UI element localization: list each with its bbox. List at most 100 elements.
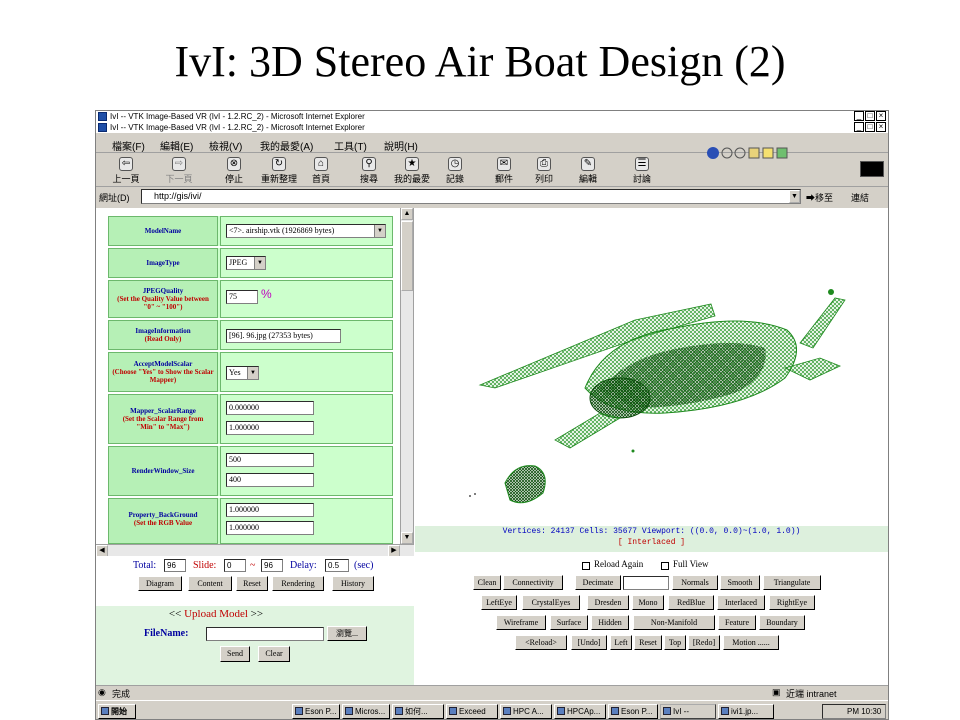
search-button[interactable]: ⚲ 搜尋 [349,157,389,185]
address-dropdown-icon[interactable]: ▼ [789,190,800,203]
diagram-button[interactable]: Diagram [138,576,182,591]
menu-help[interactable]: 說明(H) [384,138,418,153]
dresden-button[interactable]: Dresden [587,595,629,610]
scroll-thumb[interactable] [401,221,413,291]
taskbar-item-active[interactable]: IvI -- [660,704,716,719]
close-button-2[interactable]: × [876,122,886,132]
render-viewport[interactable] [415,208,888,526]
app-icon [395,707,403,715]
rendering-button[interactable]: Rendering [272,576,324,591]
view-top-button[interactable]: Top [664,635,686,650]
hidden-button[interactable]: Hidden [591,615,629,630]
scalar-min-input[interactable]: 0.000000 [226,401,314,415]
accept-scalar-select[interactable]: Yes ▼ [226,366,259,380]
minimize-button-1[interactable]: _ [854,111,864,121]
mono-button[interactable]: Mono [632,595,664,610]
address-input[interactable]: http://gis/ivi/ [141,189,801,204]
right-eye-button[interactable]: RightEye [769,595,815,610]
menu-edit[interactable]: 編輯(E) [160,138,193,153]
reload-button[interactable]: <Reload> [515,635,567,650]
maximize-button-2[interactable]: □ [865,122,875,132]
edit-button[interactable]: ✎ 編輯 [568,157,608,185]
non-manifold-button[interactable]: Non-Manifold [633,615,715,630]
image-information-input[interactable]: [96]. 96.jpg (27353 bytes) [226,329,341,343]
maximize-button-1[interactable]: □ [865,111,875,121]
smooth-button[interactable]: Smooth [720,575,760,590]
crystal-eyes-button[interactable]: CrystalEyes [522,595,580,610]
scroll-up-icon[interactable]: ▲ [401,208,413,220]
taskbar-item[interactable]: ivi1.jp... [718,704,774,719]
wireframe-button[interactable]: Wireframe [496,615,546,630]
view-left-button[interactable]: Left [610,635,632,650]
background-g-input[interactable]: 1.000000 [226,521,314,535]
back-button[interactable]: ⇦ 上一頁 [106,157,146,185]
interlaced-button[interactable]: Interlaced [717,595,765,610]
taskbar-item[interactable]: HPC A... [500,704,552,719]
left-eye-button[interactable]: LeftEye [481,595,517,610]
history-button[interactable]: History [332,576,374,591]
refresh-button[interactable]: ↻ 重新整理 [259,157,299,185]
clean-button[interactable]: Clean [473,575,501,590]
close-button-1[interactable]: × [876,111,886,121]
clear-button[interactable]: Clear [258,646,290,662]
normals-button[interactable]: Normals [672,575,718,590]
view-reset-button[interactable]: Reset [634,635,662,650]
boundary-button[interactable]: Boundary [759,615,805,630]
favorites-button[interactable]: ★ 我的最愛 [392,157,432,185]
decimate-button[interactable]: Decimate [575,575,621,590]
slide-to-input[interactable]: 96 [261,559,283,572]
menu-view[interactable]: 檢視(V) [209,138,242,153]
discuss-button[interactable]: ☰ 討論 [622,157,662,185]
window-width-input[interactable]: 500 [226,453,314,467]
window-height-input[interactable]: 400 [226,473,314,487]
slide-from-input[interactable]: 0 [224,559,246,572]
redo-button[interactable]: [Redo] [688,635,720,650]
delay-input[interactable]: 0.5 [325,559,349,572]
jpeg-quality-input[interactable]: 75 [226,290,258,304]
taskbar-item[interactable]: 如何... [392,704,444,719]
horizontal-scrollbar[interactable]: ◀ ▶ [96,544,414,557]
triangulate-button[interactable]: Triangulate [763,575,821,590]
send-button[interactable]: Send [220,646,250,662]
reset-button[interactable]: Reset [236,576,268,591]
model-name-select[interactable]: <7>. airship.vtk (1926869 bytes) ▼ [226,224,386,238]
history-button[interactable]: ◷ 記錄 [435,157,475,185]
minimize-button-2[interactable]: _ [854,122,864,132]
print-button[interactable]: ⎙ 列印 [524,157,564,185]
full-view-checkbox[interactable] [661,562,669,570]
reload-again-checkbox[interactable] [582,562,590,570]
start-button[interactable]: 開始 [98,704,136,719]
links-button[interactable]: 連結 [851,191,869,204]
taskbar-item[interactable]: Eson P... [608,704,658,719]
go-button[interactable]: ➡移至 [806,191,833,204]
red-blue-button[interactable]: RedBlue [668,595,714,610]
slide-title: IvI: 3D Stereo Air Boat Design (2) [174,37,786,86]
menu-file[interactable]: 檔案(F) [112,138,145,153]
connectivity-button[interactable]: Connectivity [503,575,563,590]
stop-button[interactable]: ⊗ 停止 [214,157,254,185]
surface-button[interactable]: Surface [550,615,588,630]
forward-button[interactable]: ⇨ 下一頁 [159,157,199,185]
scroll-down-icon[interactable]: ▼ [401,532,413,544]
mail-button[interactable]: ✉ 郵件 [484,157,524,185]
total-input[interactable]: 96 [164,559,186,572]
content-button[interactable]: Content [188,576,232,591]
browse-button[interactable]: 瀏覽... [327,626,367,641]
filename-input[interactable] [206,627,324,641]
taskbar-item[interactable]: Micros... [342,704,390,719]
home-button[interactable]: ⌂ 首頁 [301,157,341,185]
app-icon [503,707,511,715]
scalar-max-input[interactable]: 1.000000 [226,421,314,435]
taskbar-item[interactable]: Eson P... [292,704,340,719]
undo-button[interactable]: [Undo] [571,635,607,650]
decimate-input[interactable] [623,576,669,590]
background-r-input[interactable]: 1.000000 [226,503,314,517]
menu-tools[interactable]: 工具(T) [334,138,367,153]
feature-button[interactable]: Feature [718,615,756,630]
motion-button[interactable]: Motion ...... [723,635,779,650]
taskbar-item[interactable]: Exceed [446,704,498,719]
menu-favorites[interactable]: 我的最愛(A) [260,138,313,153]
vertical-scrollbar[interactable]: ▲ ▼ [400,208,413,544]
taskbar-item[interactable]: HPCAp... [554,704,606,719]
image-type-select[interactable]: JPEG ▼ [226,256,266,270]
